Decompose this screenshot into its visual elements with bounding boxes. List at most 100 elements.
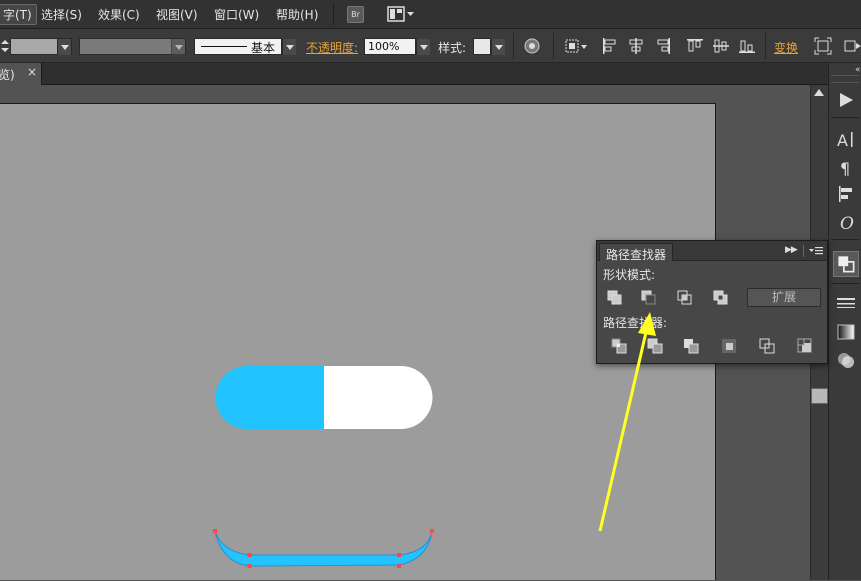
align-bottom-icon [739, 40, 755, 53]
opentype-panel-button[interactable]: O [835, 211, 857, 233]
opacity-input[interactable]: 100% [364, 38, 416, 55]
stroke-style-label: 基本 [251, 41, 276, 55]
outline-button[interactable] [757, 336, 777, 356]
pathfinder-panel-button[interactable] [833, 251, 859, 277]
intersect-button[interactable] [675, 288, 695, 308]
pathfinder-panel-header[interactable]: 路径查找器 ▶▶ [597, 241, 827, 262]
minus-back-button[interactable] [795, 336, 815, 356]
recolor-artwork-button[interactable] [523, 37, 541, 55]
divide-button[interactable] [609, 336, 629, 356]
right-panel-dock: « A ¶ O [828, 63, 861, 580]
layout-icon [387, 6, 414, 22]
document-tab-label: 览) [0, 68, 15, 82]
svg-text:A: A [837, 131, 848, 150]
bridge-button[interactable]: Br [347, 6, 364, 23]
menu-view[interactable]: 视图(V) [156, 6, 198, 23]
brush-dropdown-arrow[interactable] [282, 39, 296, 55]
align-left-button[interactable] [601, 37, 619, 55]
menu-help[interactable]: 帮助(H) [276, 6, 318, 23]
align-right-button[interactable] [654, 37, 672, 55]
minus-front-icon [641, 290, 656, 305]
transform-link[interactable]: 变换 [774, 39, 798, 56]
divider [765, 33, 766, 59]
panel-options-icon [809, 247, 823, 255]
expand-button[interactable]: 扩展 [747, 288, 821, 307]
scrollbar-thumb[interactable] [811, 388, 828, 404]
panel-menu-icon [844, 40, 861, 52]
recolor-icon [524, 38, 540, 54]
align-bottom-button[interactable] [738, 37, 756, 55]
menu-window[interactable]: 窗口(W) [214, 6, 259, 23]
align-to-selection-button[interactable] [564, 37, 588, 55]
shape-modes-label: 形状模式: [603, 268, 656, 282]
align-top-button[interactable] [686, 37, 704, 55]
exclude-icon [713, 290, 728, 305]
character-panel-button[interactable]: A [835, 129, 857, 151]
trim-button[interactable] [645, 336, 665, 356]
menu-effect[interactable]: 效果(C) [98, 6, 140, 23]
capsule-right-half [324, 366, 433, 429]
align-center-button[interactable] [627, 37, 645, 55]
stroke-weight-spinner[interactable] [0, 38, 10, 54]
align-to-icon [565, 39, 587, 53]
style-dropdown-arrow[interactable] [491, 39, 505, 55]
align-horizontal-center-icon [629, 38, 643, 54]
scroll-up-icon[interactable] [814, 89, 824, 96]
opentype-icon: O [840, 214, 854, 233]
align-right-icon [657, 38, 670, 54]
gradient-panel-button[interactable] [835, 321, 857, 343]
align-vertical-center-button[interactable] [712, 37, 730, 55]
align-left-icon [603, 38, 616, 54]
workspace-layout-button[interactable] [387, 5, 415, 23]
exclude-button[interactable] [711, 288, 731, 308]
document-tab[interactable]: 览) × [0, 63, 42, 85]
divider [513, 33, 514, 59]
align-vertical-center-icon [713, 39, 729, 53]
align-panel-icon [839, 186, 852, 202]
merge-button[interactable] [681, 336, 701, 356]
unite-icon [607, 290, 622, 305]
spinner-icon [1, 40, 9, 52]
collapse-dock-icon[interactable]: « [855, 65, 861, 75]
document-tab-bar: 览) × [0, 63, 861, 85]
menu-bar: 字(T) 选择(S) 效果(C) 视图(V) 窗口(W) 帮助(H) Br [0, 0, 861, 29]
crop-icon [722, 339, 736, 353]
minus-front-button[interactable] [639, 288, 659, 308]
panel-options-button[interactable] [808, 244, 824, 258]
crescent-shape [214, 530, 433, 567]
capsule-left-half [215, 366, 324, 429]
intersect-icon [677, 290, 692, 305]
stroke-profile-field[interactable] [79, 38, 186, 55]
align-panel-button[interactable] [835, 183, 857, 205]
stroke-profile-dropdown-arrow[interactable] [171, 39, 185, 55]
stroke-panel-button[interactable] [835, 293, 857, 315]
style-label: 样式: [438, 41, 467, 55]
graphic-style-swatch[interactable] [473, 38, 491, 55]
menu-type[interactable]: 字(T) [0, 4, 37, 25]
isolate-selection-button[interactable] [814, 37, 832, 55]
pathfinder-icon [838, 256, 855, 273]
dock-grip[interactable] [831, 75, 859, 83]
fill-dropdown-arrow[interactable] [57, 39, 71, 55]
opacity-label[interactable]: 不透明度: [306, 39, 358, 56]
crop-button[interactable] [719, 336, 739, 356]
panel-menu-button[interactable] [843, 37, 861, 55]
transparency-panel-button[interactable] [835, 349, 857, 371]
tab-close-icon[interactable]: × [27, 65, 37, 79]
trim-icon [647, 338, 663, 354]
collapse-panel-icon[interactable]: ▶▶ [785, 245, 798, 255]
paragraph-panel-button[interactable]: ¶ [835, 157, 857, 179]
opacity-dropdown-arrow[interactable] [416, 39, 430, 55]
pathfinder-panel: 路径查找器 ▶▶ 形状模式: 扩展 路径查找器: [596, 240, 828, 364]
merge-icon [684, 339, 699, 354]
menu-divider [333, 3, 334, 25]
pathfinder-tab[interactable]: 路径查找器 [599, 243, 674, 262]
brush-definition-field[interactable]: 基本 [194, 38, 282, 55]
unite-button[interactable] [605, 288, 625, 308]
actions-panel-button[interactable] [835, 89, 857, 111]
menu-select[interactable]: 选择(S) [41, 6, 82, 23]
stroke-line-preview [201, 46, 247, 47]
outline-icon [759, 338, 775, 354]
align-top-icon [687, 39, 703, 52]
svg-text:O: O [840, 214, 854, 233]
